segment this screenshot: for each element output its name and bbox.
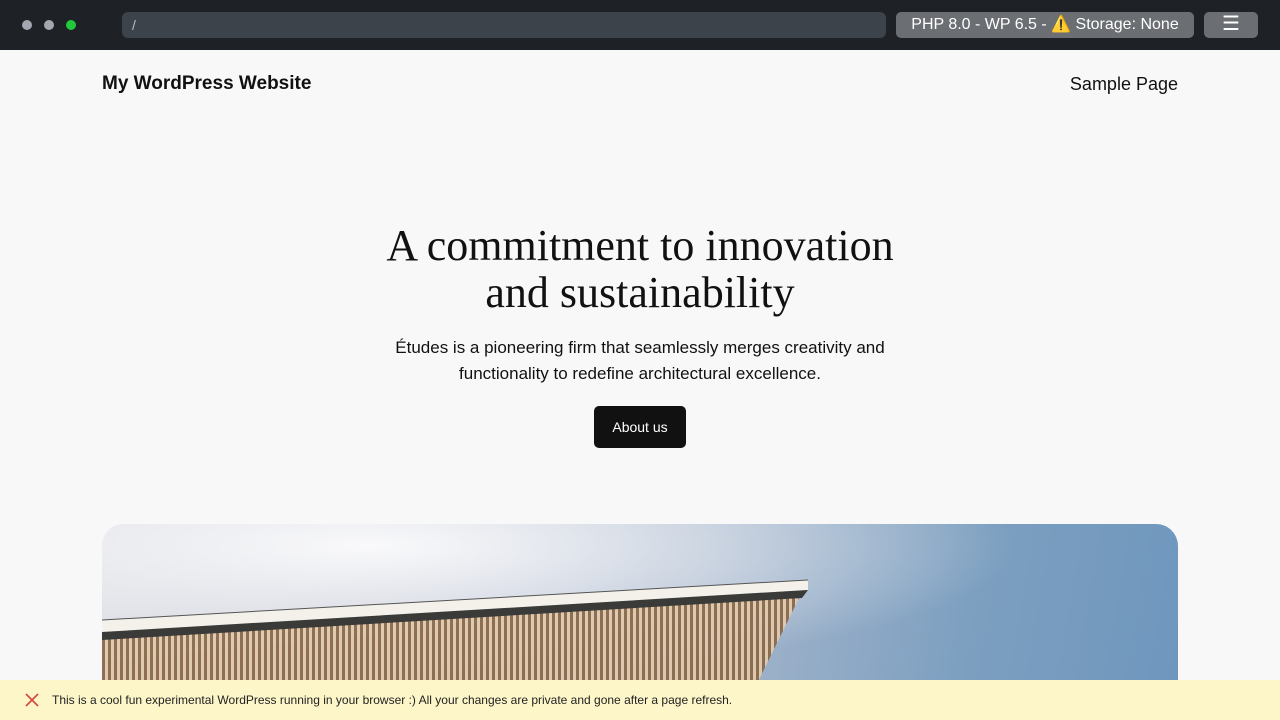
close-icon[interactable] (24, 692, 40, 708)
menu-icon[interactable]: ☰ (1204, 12, 1258, 38)
nav-item-sample-page[interactable]: Sample Page (1070, 74, 1178, 95)
hero-description: Études is a pioneering firm that seamles… (370, 335, 910, 387)
notice-bar: This is a cool fun experimental WordPres… (0, 680, 1280, 720)
hero-description-line: functionality to redefine architectural … (459, 364, 821, 383)
window-maximize-dot[interactable] (66, 20, 76, 30)
hero-heading: A commitment to innovation and sustainab… (340, 222, 940, 316)
hero-heading-line: and sustainability (485, 268, 795, 317)
window-minimize-dot[interactable] (44, 20, 54, 30)
site-title[interactable]: My WordPress Website (102, 73, 311, 95)
about-us-button[interactable]: About us (594, 406, 686, 448)
address-bar[interactable]: / (122, 12, 886, 38)
browser-toolbar: / PHP 8.0 - WP 6.5 - ⚠️ Storage: None ☰ (0, 0, 1280, 50)
hero-description-line: Études is a pioneering firm that seamles… (395, 338, 885, 357)
environment-button[interactable]: PHP 8.0 - WP 6.5 - ⚠️ Storage: None (896, 12, 1194, 38)
notice-text: This is a cool fun experimental WordPres… (52, 693, 733, 707)
hero-heading-line: A commitment to innovation (386, 221, 894, 270)
window-close-dot[interactable] (22, 20, 32, 30)
